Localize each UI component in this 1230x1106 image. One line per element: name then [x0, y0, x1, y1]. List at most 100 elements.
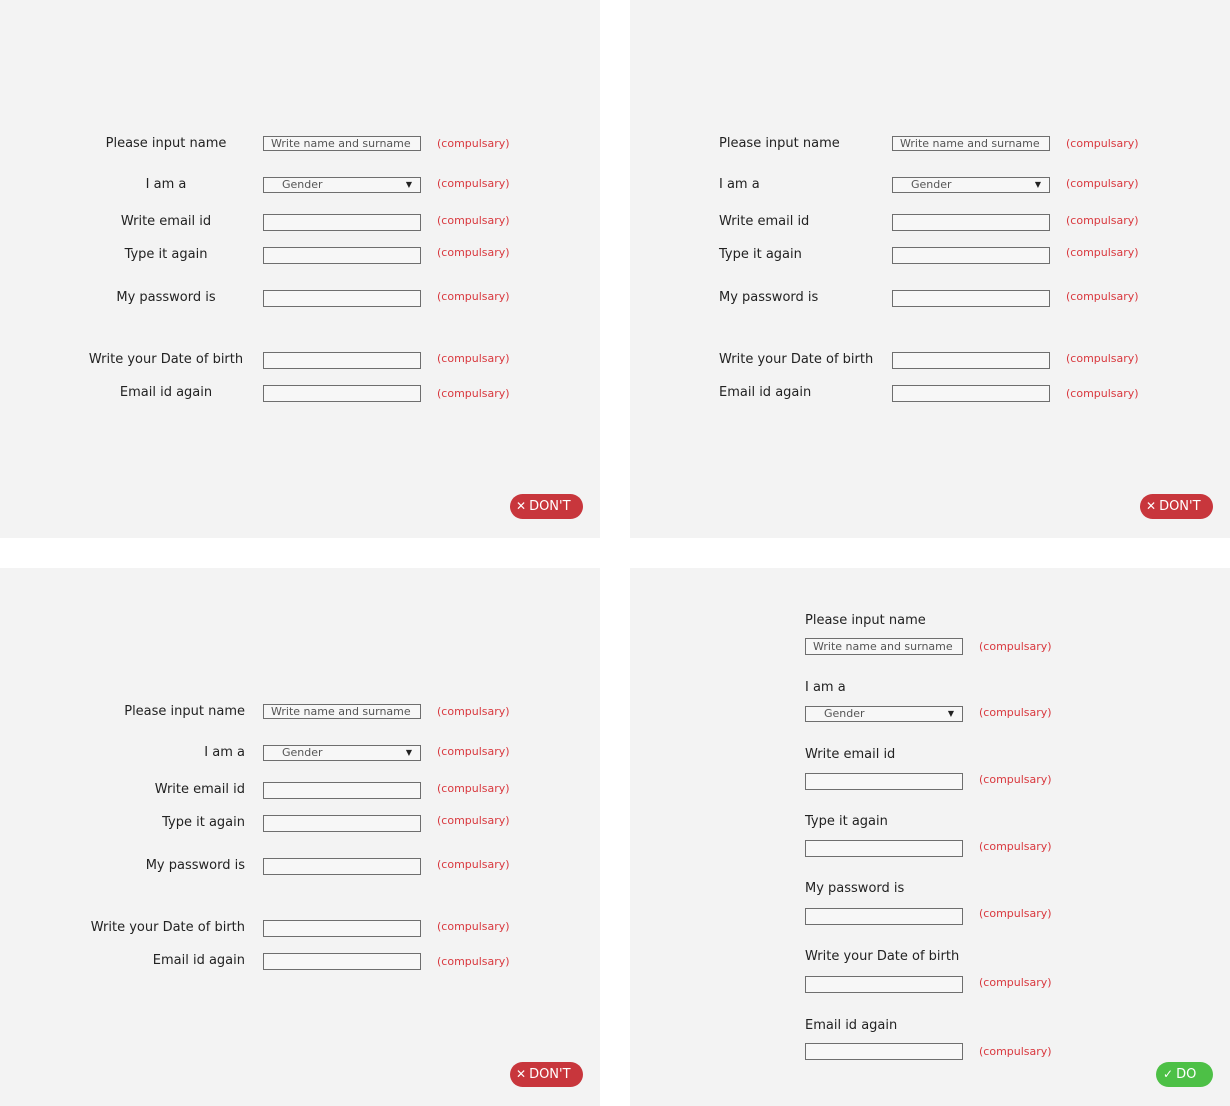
email-input[interactable] — [263, 782, 421, 799]
name-input[interactable]: Write name and surname — [263, 136, 421, 151]
email-confirm-input[interactable] — [805, 840, 963, 857]
password-input[interactable] — [805, 908, 963, 925]
dropdown-arrow-icon: ▼ — [947, 709, 954, 718]
name-label: Please input name — [805, 613, 926, 628]
email-confirm-input[interactable] — [263, 815, 421, 832]
email-label: Write email id — [805, 747, 896, 762]
gender-select[interactable]: Gender ▼ — [805, 706, 963, 722]
dropdown-arrow-icon: ▼ — [405, 180, 412, 189]
email-label: Write email id — [154, 782, 245, 797]
gender-select[interactable]: Gender ▼ — [263, 745, 421, 761]
email-confirm-label: Type it again — [719, 247, 802, 262]
do-badge: ✓ DO — [1156, 1062, 1213, 1087]
gender-label: I am a — [805, 680, 846, 695]
required-note: (compulsary) — [437, 814, 510, 827]
email-again-input[interactable] — [805, 1043, 963, 1060]
email-label: Write email id — [719, 214, 810, 229]
email-input[interactable] — [892, 214, 1050, 231]
required-note: (compulsary) — [1066, 214, 1139, 227]
dont-badge-label: DON'T — [529, 1067, 571, 1082]
name-input[interactable]: Write name and surname — [263, 704, 421, 719]
required-note: (compulsary) — [979, 1045, 1052, 1058]
gender-select-value: Gender — [282, 746, 323, 759]
password-label: My password is — [719, 290, 819, 305]
password-label: My password is — [145, 858, 245, 873]
gender-select-value: Gender — [282, 178, 323, 191]
dropdown-arrow-icon: ▼ — [405, 748, 412, 757]
email-again-label: Email id again — [805, 1018, 898, 1033]
password-label: My password is — [805, 881, 905, 896]
email-again-input[interactable] — [263, 385, 421, 402]
dob-label: Write your Date of birth — [805, 949, 960, 964]
dob-input[interactable] — [892, 352, 1050, 369]
email-input[interactable] — [805, 773, 963, 790]
email-again-input[interactable] — [263, 953, 421, 970]
required-note: (compulsary) — [1066, 290, 1139, 303]
gender-select-value: Gender — [824, 707, 865, 720]
close-icon: ✕ — [516, 1067, 527, 1081]
email-input[interactable] — [263, 214, 421, 231]
dont-badge: ✕ DON'T — [510, 494, 583, 519]
do-badge-label: DO — [1176, 1067, 1197, 1082]
dob-input[interactable] — [263, 352, 421, 369]
name-label: Please input name — [124, 704, 245, 719]
dob-label: Write your Date of birth — [719, 352, 874, 367]
close-icon: ✕ — [516, 499, 527, 513]
email-again-label: Email id again — [719, 385, 812, 400]
password-input[interactable] — [263, 858, 421, 875]
email-confirm-input[interactable] — [263, 247, 421, 264]
required-note: (compulsary) — [437, 920, 510, 933]
required-note: (compulsary) — [437, 137, 510, 150]
email-again-input[interactable] — [892, 385, 1050, 402]
required-note: (compulsary) — [437, 352, 510, 365]
name-label: Please input name — [105, 136, 227, 151]
email-confirm-label: Type it again — [124, 247, 208, 262]
name-label: Please input name — [719, 136, 840, 151]
required-note: (compulsary) — [437, 745, 510, 758]
dropdown-arrow-icon: ▼ — [1034, 180, 1041, 189]
email-again-label: Email id again — [119, 385, 213, 400]
dob-label: Write your Date of birth — [90, 920, 245, 935]
password-input[interactable] — [263, 290, 421, 307]
required-note: (compulsary) — [437, 782, 510, 795]
required-note: (compulsary) — [979, 840, 1052, 853]
dob-input[interactable] — [263, 920, 421, 937]
required-note: (compulsary) — [437, 177, 510, 190]
email-confirm-input[interactable] — [892, 247, 1050, 264]
gender-select[interactable]: Gender ▼ — [263, 177, 421, 193]
email-again-label: Email id again — [152, 953, 245, 968]
required-note: (compulsary) — [1066, 387, 1139, 400]
required-note: (compulsary) — [437, 290, 510, 303]
email-label: Write email id — [120, 214, 212, 229]
required-note: (compulsary) — [979, 907, 1052, 920]
example-panel-top-labels: Please input name Write name and surname… — [630, 568, 1230, 1106]
dont-badge: ✕ DON'T — [1140, 494, 1213, 519]
password-input[interactable] — [892, 290, 1050, 307]
required-note: (compulsary) — [1066, 137, 1139, 150]
required-note: (compulsary) — [437, 858, 510, 871]
gender-select-value: Gender — [911, 178, 952, 191]
required-note: (compulsary) — [1066, 352, 1139, 365]
name-input[interactable]: Write name and surname — [892, 136, 1050, 151]
dob-label: Write your Date of birth — [88, 352, 244, 367]
gender-label: I am a — [719, 177, 760, 192]
required-note: (compulsary) — [437, 387, 510, 400]
dont-badge: ✕ DON'T — [510, 1062, 583, 1087]
name-input[interactable]: Write name and surname — [805, 638, 963, 655]
required-note: (compulsary) — [979, 706, 1052, 719]
example-panel-right-labels: Please input name Write name and surname… — [0, 568, 600, 1106]
email-confirm-label: Type it again — [805, 814, 888, 829]
dont-badge-label: DON'T — [529, 499, 571, 514]
gender-label: I am a — [204, 745, 245, 760]
password-label: My password is — [116, 290, 216, 305]
dob-input[interactable] — [805, 976, 963, 993]
check-icon: ✓ — [1163, 1067, 1174, 1081]
required-note: (compulsary) — [979, 976, 1052, 989]
dont-badge-label: DON'T — [1159, 499, 1201, 514]
gender-select[interactable]: Gender ▼ — [892, 177, 1050, 193]
close-icon: ✕ — [1146, 499, 1157, 513]
example-panel-left-labels: Please input name Write name and surname… — [630, 0, 1230, 538]
example-panel-centered-labels: Please input name Write name and surname… — [0, 0, 600, 538]
required-note: (compulsary) — [437, 246, 510, 259]
required-note: (compulsary) — [979, 773, 1052, 786]
